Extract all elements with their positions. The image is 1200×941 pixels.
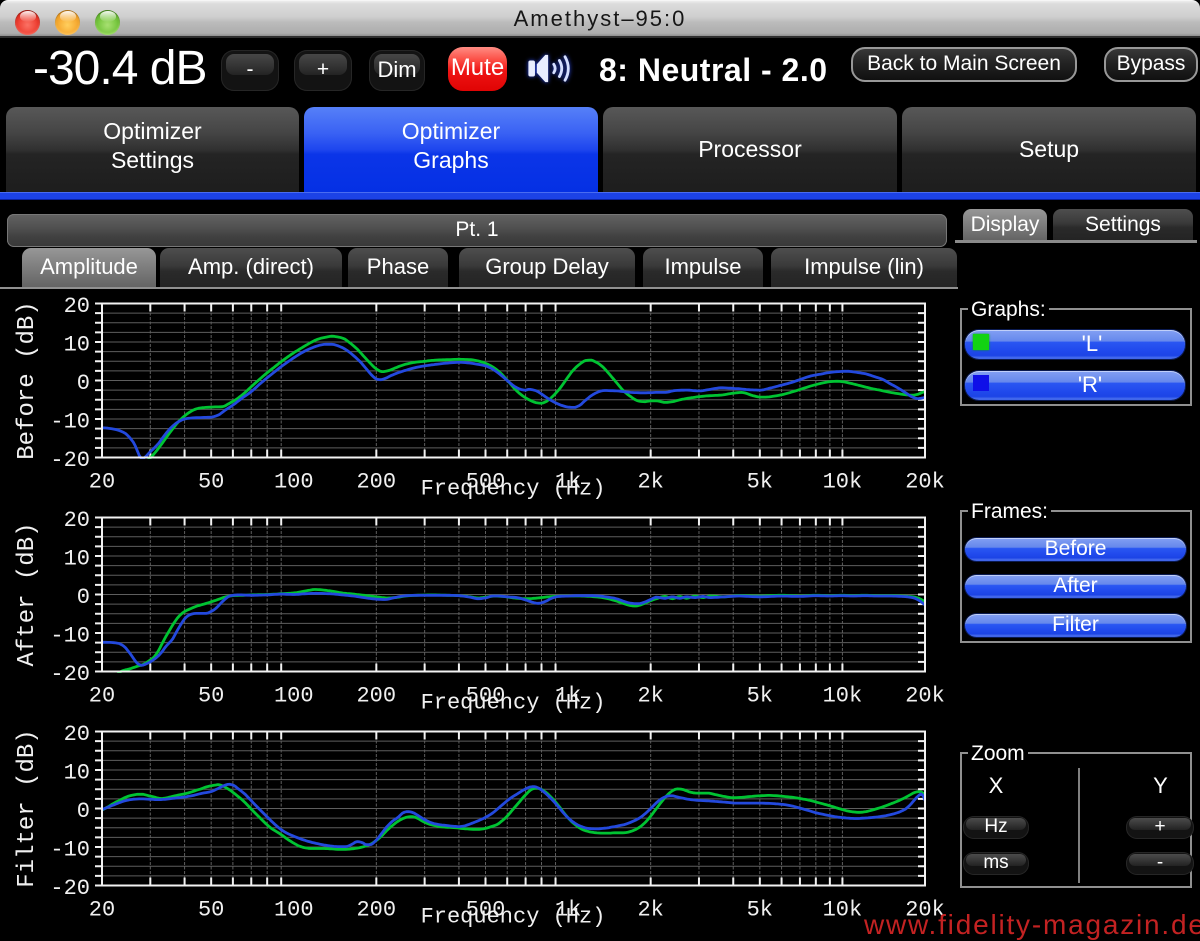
svg-text:0: 0 [77, 371, 90, 396]
svg-text:100: 100 [274, 684, 314, 709]
svg-text:50: 50 [198, 898, 224, 923]
svg-text:2k: 2k [637, 470, 663, 495]
svg-text:-20: -20 [50, 662, 90, 687]
svg-text:20: 20 [64, 722, 90, 747]
svg-text:Before (dB): Before (dB) [14, 301, 41, 459]
svg-text:10: 10 [64, 333, 90, 358]
svg-text:200: 200 [356, 470, 396, 495]
svg-text:-10: -10 [50, 838, 90, 863]
svg-text:50: 50 [198, 684, 224, 709]
svg-text:-10: -10 [50, 624, 90, 649]
svg-text:Frequency (Hz): Frequency (Hz) [421, 691, 606, 716]
svg-text:2k: 2k [637, 684, 663, 709]
svg-text:20: 20 [89, 684, 115, 709]
svg-text:50: 50 [198, 470, 224, 495]
svg-text:-20: -20 [50, 876, 90, 901]
svg-text:5k: 5k [747, 898, 773, 923]
svg-text:20k: 20k [905, 684, 945, 709]
svg-text:10: 10 [64, 547, 90, 572]
svg-text:Filter (dB): Filter (dB) [14, 729, 41, 887]
svg-text:10k: 10k [823, 470, 863, 495]
svg-text:100: 100 [274, 898, 314, 923]
svg-text:5k: 5k [747, 684, 773, 709]
svg-text:20k: 20k [905, 470, 945, 495]
svg-text:10k: 10k [823, 684, 863, 709]
svg-text:10: 10 [64, 761, 90, 786]
svg-text:-10: -10 [50, 410, 90, 435]
svg-text:200: 200 [356, 684, 396, 709]
svg-text:20: 20 [89, 470, 115, 495]
svg-text:10k: 10k [823, 898, 863, 923]
svg-text:200: 200 [356, 898, 396, 923]
svg-text:0: 0 [77, 585, 90, 610]
svg-text:Frequency (Hz): Frequency (Hz) [421, 905, 606, 930]
svg-text:-20: -20 [50, 448, 90, 473]
svg-text:20: 20 [89, 898, 115, 923]
svg-text:2k: 2k [637, 898, 663, 923]
svg-text:20: 20 [64, 294, 90, 319]
svg-text:5k: 5k [747, 470, 773, 495]
svg-text:100: 100 [274, 470, 314, 495]
svg-text:20: 20 [64, 508, 90, 533]
svg-text:Frequency (Hz): Frequency (Hz) [421, 477, 606, 502]
svg-text:0: 0 [77, 799, 90, 824]
svg-text:After (dB): After (dB) [14, 522, 41, 666]
